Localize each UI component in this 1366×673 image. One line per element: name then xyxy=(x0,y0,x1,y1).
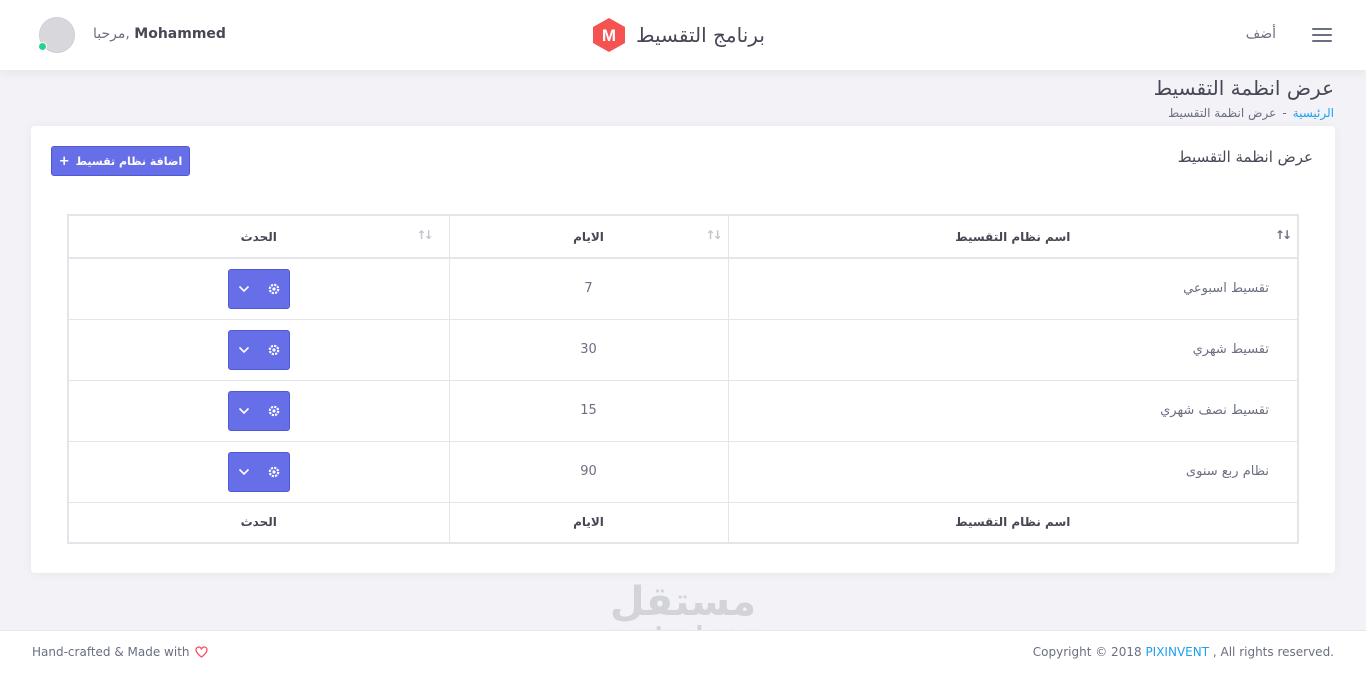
sort-icon: ↑↓ xyxy=(416,228,433,242)
menu-toggle-icon[interactable] xyxy=(1312,27,1332,43)
top-navbar: أضف M برنامج التقسيط مرحبا, Mohammed xyxy=(0,0,1366,70)
table-row: 7 تقسيط اسبوعي xyxy=(67,258,1299,320)
installments-card: عرض انظمة التقسيط اضافة نظام تقسيط + الح… xyxy=(31,126,1335,573)
copyright-prefix: Copyright © 2018 xyxy=(1032,645,1142,659)
footer-credit-text: Hand-crafted & Made with xyxy=(32,645,190,659)
action-cell xyxy=(67,441,450,503)
table-row: 90 نظام ربع سنوى xyxy=(67,441,1299,503)
footer-days: الايام xyxy=(448,502,729,543)
action-cell xyxy=(67,380,450,442)
days-cell: 15 xyxy=(448,380,729,442)
header-days-label: الايام xyxy=(573,229,604,244)
footer-name: اسم نظام التقسيط xyxy=(727,502,1299,543)
brand-letter: M xyxy=(602,26,616,45)
footer-copyright: Copyright © 2018 PIXINVENT , All rights … xyxy=(1033,645,1334,659)
footer-action: الحدث xyxy=(67,502,450,543)
heart-icon xyxy=(194,646,208,658)
chevron-down-icon[interactable] xyxy=(229,270,259,308)
nav-add-link[interactable]: أضف xyxy=(1246,26,1276,42)
greeting-text: مرحبا, xyxy=(93,26,130,42)
row-action-button[interactable] xyxy=(227,268,290,309)
days-cell: 90 xyxy=(448,441,729,503)
page-title: عرض انظمة التقسيط xyxy=(1153,76,1334,100)
name-cell: تقسيط شهري xyxy=(727,319,1299,381)
brand[interactable]: M برنامج التقسيط xyxy=(592,17,765,53)
header-name[interactable]: اسم نظام التقسيط ↑↓ xyxy=(727,215,1299,259)
sort-icon: ↑↓ xyxy=(705,228,722,242)
header-name-label: اسم نظام التقسيط xyxy=(955,229,1071,244)
gear-icon[interactable] xyxy=(259,331,289,369)
row-action-button[interactable] xyxy=(227,329,290,370)
gear-icon[interactable] xyxy=(259,453,289,491)
gear-icon[interactable] xyxy=(259,392,289,430)
name-cell: تقسيط اسبوعي xyxy=(727,258,1299,320)
app-title: برنامج التقسيط xyxy=(636,23,765,47)
chevron-down-icon[interactable] xyxy=(229,453,259,491)
user-name: Mohammed xyxy=(134,26,226,42)
plus-icon: + xyxy=(58,153,70,169)
breadcrumb-current: عرض انظمة التقسيط xyxy=(1168,106,1277,120)
add-installment-button[interactable]: اضافة نظام تقسيط + xyxy=(51,146,190,176)
table-row: 15 تقسيط نصف شهري xyxy=(67,380,1299,442)
breadcrumb-separator: - xyxy=(1282,106,1287,120)
table-row: 30 تقسيط شهري xyxy=(67,319,1299,381)
action-cell xyxy=(67,258,450,320)
installments-table: الحدث ↑↓ الايام ↑↓ اسم نظام التقسيط ↑↓ 7… xyxy=(67,214,1299,544)
copyright-suffix: , All rights reserved. xyxy=(1212,645,1334,659)
row-action-button[interactable] xyxy=(227,390,290,431)
brand-logo-icon: M xyxy=(593,18,625,52)
row-action-button[interactable] xyxy=(227,451,290,492)
sort-active-icon: ↑↓ xyxy=(1274,228,1292,242)
days-cell: 7 xyxy=(448,258,729,320)
chevron-down-icon[interactable] xyxy=(229,331,259,369)
footer-credit: Hand-crafted & Made with xyxy=(32,645,208,659)
action-cell xyxy=(67,319,450,381)
add-installment-label: اضافة نظام تقسيط xyxy=(75,154,183,168)
card-title: عرض انظمة التقسيط xyxy=(1177,148,1313,166)
gear-icon[interactable] xyxy=(259,270,289,308)
watermark-arabic: مستقل xyxy=(609,579,757,625)
pixinvent-link[interactable]: PIXINVENT xyxy=(1145,645,1209,659)
header-action[interactable]: الحدث ↑↓ xyxy=(67,215,450,259)
header-days[interactable]: الايام ↑↓ xyxy=(448,215,729,259)
breadcrumb: الرئيسية - عرض انظمة التقسيط xyxy=(1168,106,1334,120)
header-action-label: الحدث xyxy=(240,229,277,244)
breadcrumb-home-link[interactable]: الرئيسية xyxy=(1293,106,1334,120)
user-greeting[interactable]: مرحبا, Mohammed xyxy=(93,26,226,42)
name-cell: تقسيط نصف شهري xyxy=(727,380,1299,442)
days-cell: 30 xyxy=(448,319,729,381)
name-cell: نظام ربع سنوى xyxy=(727,441,1299,503)
online-status-icon xyxy=(38,42,47,51)
chevron-down-icon[interactable] xyxy=(229,392,259,430)
footer: Hand-crafted & Made with Copyright © 201… xyxy=(0,630,1366,673)
